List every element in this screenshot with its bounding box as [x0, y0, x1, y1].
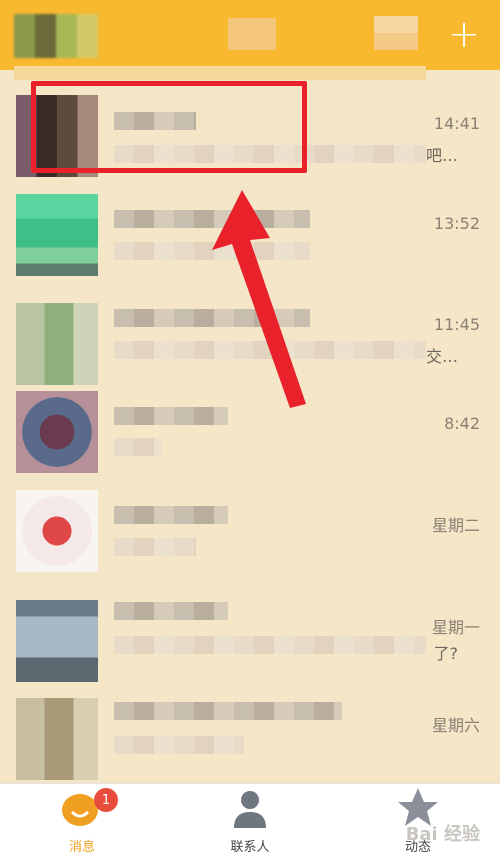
tab-messages[interactable]: 1 消息	[22, 784, 142, 857]
unread-badge: 1	[94, 788, 118, 812]
watermark-logo: Bai 经验	[405, 824, 480, 845]
tab-messages-label: 消息	[68, 840, 95, 855]
tab-contacts-label: 联系人	[230, 840, 270, 855]
tab-contacts[interactable]: 联系人	[190, 784, 310, 857]
pointer-arrow-icon	[212, 190, 306, 408]
person-icon	[234, 791, 266, 828]
